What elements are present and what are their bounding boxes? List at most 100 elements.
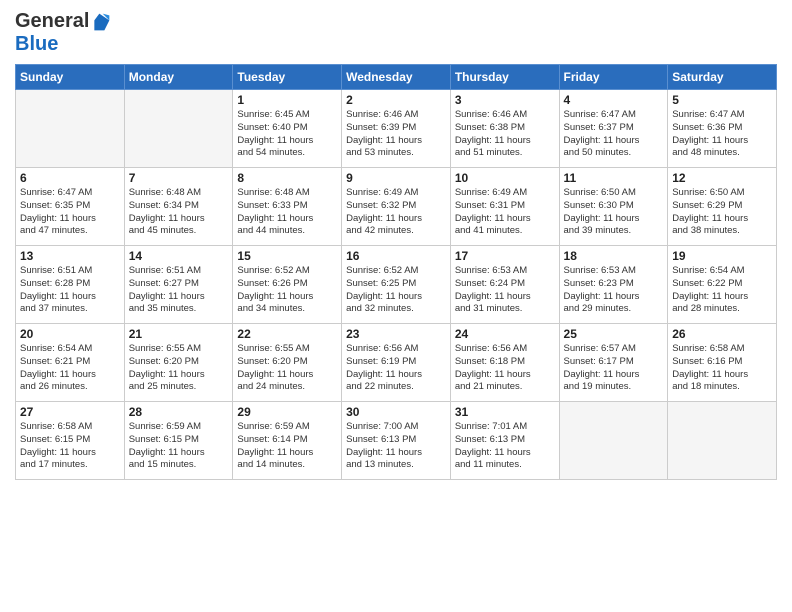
- calendar-cell: 27 Sunrise: 6:58 AM Sunset: 6:15 PM Dayli…: [16, 402, 125, 480]
- weekday-header-friday: Friday: [559, 65, 668, 90]
- calendar-cell: 30Sunrise: 7:00 AM Sunset: 6:13 PM Dayli…: [342, 402, 451, 480]
- day-info: Sunrise: 6:56 AM Sunset: 6:19 PM Dayligh…: [346, 343, 446, 394]
- day-info: Sunrise: 6:52 AM Sunset: 6:25 PM Dayligh…: [346, 265, 446, 316]
- day-info: Sunrise: 6:53 AM Sunset: 6:24 PM Dayligh…: [455, 265, 555, 316]
- calendar-cell: 24Sunrise: 6:56 AM Sunset: 6:18 PM Dayli…: [450, 324, 559, 402]
- calendar-cell: 25Sunrise: 6:57 AM Sunset: 6:17 PM Dayli…: [559, 324, 668, 402]
- calendar-cell: 19Sunrise: 6:54 AM Sunset: 6:22 PM Dayli…: [668, 246, 777, 324]
- calendar-cell: [668, 402, 777, 480]
- day-info: Sunrise: 6:54 AM Sunset: 6:22 PM Dayligh…: [672, 265, 772, 316]
- logo-blue-text: Blue: [15, 33, 58, 56]
- calendar-cell: 23 Sunrise: 6:56 AM Sunset: 6:19 PM Dayli…: [342, 324, 451, 402]
- day-number: 24: [455, 327, 555, 341]
- day-number: 28: [129, 405, 229, 419]
- week-row-5: 27 Sunrise: 6:58 AM Sunset: 6:15 PM Dayli…: [16, 402, 777, 480]
- calendar-cell: 7 Sunrise: 6:48 AM Sunset: 6:34 PM Daylig…: [124, 168, 233, 246]
- day-number: 3: [455, 93, 555, 107]
- day-number: 16: [346, 249, 446, 263]
- page-container: General Blue SundayMondayTuesdayWednesda…: [0, 0, 792, 490]
- calendar-cell: [124, 90, 233, 168]
- logo-icon: [91, 12, 111, 32]
- day-number: 6: [20, 171, 120, 185]
- day-info: Sunrise: 6:54 AM Sunset: 6:21 PM Dayligh…: [20, 343, 120, 394]
- day-number: 1: [237, 93, 337, 107]
- day-info: Sunrise: 6:49 AM Sunset: 6:32 PM Dayligh…: [346, 187, 446, 238]
- day-number: 21: [129, 327, 229, 341]
- day-number: 2: [346, 93, 446, 107]
- day-number: 18: [564, 249, 664, 263]
- day-number: 4: [564, 93, 664, 107]
- day-info: Sunrise: 6:55 AM Sunset: 6:20 PM Dayligh…: [129, 343, 229, 394]
- day-number: 14: [129, 249, 229, 263]
- day-info: Sunrise: 6:46 AM Sunset: 6:38 PM Dayligh…: [455, 109, 555, 160]
- day-info: Sunrise: 6:52 AM Sunset: 6:26 PM Dayligh…: [237, 265, 337, 316]
- weekday-header-saturday: Saturday: [668, 65, 777, 90]
- day-info: Sunrise: 6:58 AM Sunset: 6:15 PM Dayligh…: [20, 421, 120, 472]
- day-info: Sunrise: 6:51 AM Sunset: 6:28 PM Dayligh…: [20, 265, 120, 316]
- day-number: 23: [346, 327, 446, 341]
- day-info: Sunrise: 6:59 AM Sunset: 6:15 PM Dayligh…: [129, 421, 229, 472]
- day-info: Sunrise: 6:51 AM Sunset: 6:27 PM Dayligh…: [129, 265, 229, 316]
- day-number: 20: [20, 327, 120, 341]
- day-number: 12: [672, 171, 772, 185]
- calendar-cell: 16 Sunrise: 6:52 AM Sunset: 6:25 PM Dayli…: [342, 246, 451, 324]
- weekday-header-monday: Monday: [124, 65, 233, 90]
- calendar-cell: 21 Sunrise: 6:55 AM Sunset: 6:20 PM Dayli…: [124, 324, 233, 402]
- day-info: Sunrise: 6:59 AM Sunset: 6:14 PM Dayligh…: [237, 421, 337, 472]
- calendar-cell: 3 Sunrise: 6:46 AM Sunset: 6:38 PM Daylig…: [450, 90, 559, 168]
- day-number: 26: [672, 327, 772, 341]
- week-row-4: 20 Sunrise: 6:54 AM Sunset: 6:21 PM Dayli…: [16, 324, 777, 402]
- day-number: 7: [129, 171, 229, 185]
- day-info: Sunrise: 6:57 AM Sunset: 6:17 PM Dayligh…: [564, 343, 664, 394]
- calendar-cell: 12Sunrise: 6:50 AM Sunset: 6:29 PM Dayli…: [668, 168, 777, 246]
- week-row-2: 6 Sunrise: 6:47 AM Sunset: 6:35 PM Daylig…: [16, 168, 777, 246]
- day-number: 5: [672, 93, 772, 107]
- day-number: 15: [237, 249, 337, 263]
- day-number: 27: [20, 405, 120, 419]
- calendar-cell: 14 Sunrise: 6:51 AM Sunset: 6:27 PM Dayli…: [124, 246, 233, 324]
- day-info: Sunrise: 6:48 AM Sunset: 6:34 PM Dayligh…: [129, 187, 229, 238]
- day-info: Sunrise: 6:55 AM Sunset: 6:20 PM Dayligh…: [237, 343, 337, 394]
- calendar-cell: 1Sunrise: 6:45 AM Sunset: 6:40 PM Daylig…: [233, 90, 342, 168]
- weekday-header-sunday: Sunday: [16, 65, 125, 90]
- day-number: 13: [20, 249, 120, 263]
- day-info: Sunrise: 6:47 AM Sunset: 6:35 PM Dayligh…: [20, 187, 120, 238]
- calendar-cell: 31Sunrise: 7:01 AM Sunset: 6:13 PM Dayli…: [450, 402, 559, 480]
- calendar-cell: 26 Sunrise: 6:58 AM Sunset: 6:16 PM Dayli…: [668, 324, 777, 402]
- calendar-cell: 8 Sunrise: 6:48 AM Sunset: 6:33 PM Daylig…: [233, 168, 342, 246]
- calendar-cell: 10Sunrise: 6:49 AM Sunset: 6:31 PM Dayli…: [450, 168, 559, 246]
- day-info: Sunrise: 6:47 AM Sunset: 6:36 PM Dayligh…: [672, 109, 772, 160]
- day-number: 10: [455, 171, 555, 185]
- calendar-cell: 11Sunrise: 6:50 AM Sunset: 6:30 PM Dayli…: [559, 168, 668, 246]
- day-number: 30: [346, 405, 446, 419]
- week-row-1: 1Sunrise: 6:45 AM Sunset: 6:40 PM Daylig…: [16, 90, 777, 168]
- weekday-header-tuesday: Tuesday: [233, 65, 342, 90]
- day-info: Sunrise: 6:50 AM Sunset: 6:30 PM Dayligh…: [564, 187, 664, 238]
- weekday-header-row: SundayMondayTuesdayWednesdayThursdayFrid…: [16, 65, 777, 90]
- calendar-cell: 9 Sunrise: 6:49 AM Sunset: 6:32 PM Daylig…: [342, 168, 451, 246]
- day-info: Sunrise: 6:48 AM Sunset: 6:33 PM Dayligh…: [237, 187, 337, 238]
- day-number: 17: [455, 249, 555, 263]
- calendar-cell: 28 Sunrise: 6:59 AM Sunset: 6:15 PM Dayli…: [124, 402, 233, 480]
- day-info: Sunrise: 6:47 AM Sunset: 6:37 PM Dayligh…: [564, 109, 664, 160]
- day-info: Sunrise: 6:53 AM Sunset: 6:23 PM Dayligh…: [564, 265, 664, 316]
- calendar-cell: 29Sunrise: 6:59 AM Sunset: 6:14 PM Dayli…: [233, 402, 342, 480]
- calendar-cell: 22 Sunrise: 6:55 AM Sunset: 6:20 PM Dayli…: [233, 324, 342, 402]
- day-number: 8: [237, 171, 337, 185]
- header: General Blue: [15, 10, 777, 56]
- calendar-cell: 13 Sunrise: 6:51 AM Sunset: 6:28 PM Dayli…: [16, 246, 125, 324]
- calendar-cell: 20 Sunrise: 6:54 AM Sunset: 6:21 PM Dayli…: [16, 324, 125, 402]
- week-row-3: 13 Sunrise: 6:51 AM Sunset: 6:28 PM Dayli…: [16, 246, 777, 324]
- calendar-cell: 6 Sunrise: 6:47 AM Sunset: 6:35 PM Daylig…: [16, 168, 125, 246]
- day-number: 9: [346, 171, 446, 185]
- logo: General Blue: [15, 10, 111, 56]
- weekday-header-wednesday: Wednesday: [342, 65, 451, 90]
- day-info: Sunrise: 6:58 AM Sunset: 6:16 PM Dayligh…: [672, 343, 772, 394]
- calendar-cell: 18 Sunrise: 6:53 AM Sunset: 6:23 PM Dayli…: [559, 246, 668, 324]
- day-number: 22: [237, 327, 337, 341]
- calendar-cell: 17 Sunrise: 6:53 AM Sunset: 6:24 PM Dayli…: [450, 246, 559, 324]
- calendar-cell: 4 Sunrise: 6:47 AM Sunset: 6:37 PM Daylig…: [559, 90, 668, 168]
- calendar-cell: 5 Sunrise: 6:47 AM Sunset: 6:36 PM Daylig…: [668, 90, 777, 168]
- weekday-header-thursday: Thursday: [450, 65, 559, 90]
- day-number: 31: [455, 405, 555, 419]
